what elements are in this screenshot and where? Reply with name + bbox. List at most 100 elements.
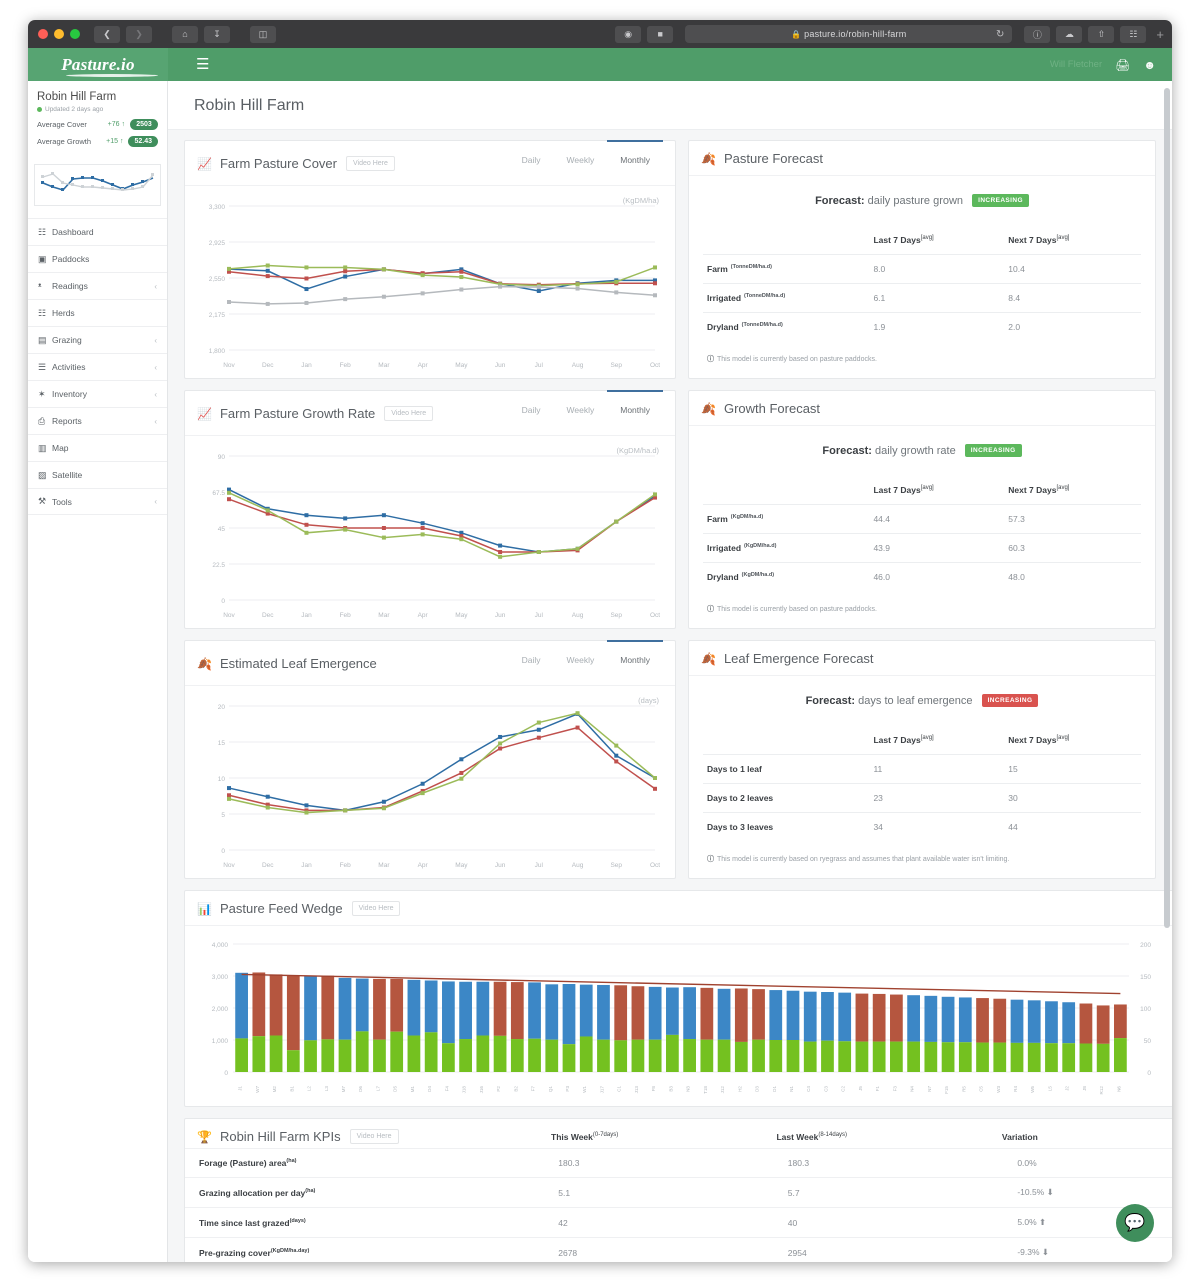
x-axis-tick: Apr bbox=[418, 362, 429, 369]
hamburger-icon[interactable]: ☰ bbox=[196, 57, 209, 72]
reload-icon[interactable]: ↻ bbox=[996, 29, 1004, 40]
application: Pasture.io ☰ Will Fletcher 🖨 ☻ Robin Hil… bbox=[28, 48, 1172, 1262]
forward-icon[interactable]: ❯ bbox=[126, 25, 152, 43]
x-axis-tick: F8 bbox=[651, 1086, 656, 1092]
tab-weekly[interactable]: Weekly bbox=[554, 651, 608, 676]
svg-text:100: 100 bbox=[1140, 1006, 1151, 1013]
x-axis-tick: Nov bbox=[223, 862, 235, 869]
sidebar-item-paddocks[interactable]: ▣ Paddocks bbox=[28, 245, 167, 272]
shield-icon[interactable]: ◉ bbox=[615, 25, 642, 43]
status-badge: INCREASING bbox=[972, 194, 1029, 207]
x-axis-tick: J12 bbox=[720, 1086, 725, 1094]
kpi-name: Time since last grazed(days) bbox=[185, 1207, 555, 1238]
x-axis-tick: F7 bbox=[531, 1086, 536, 1092]
stat-average-growth: Average Growth +15 ↑ 52.43 bbox=[37, 136, 158, 147]
x-axis-tick: W6 bbox=[1030, 1086, 1035, 1093]
video-here-button[interactable]: Video Here bbox=[384, 406, 434, 421]
x-axis-tick: J1 bbox=[238, 1086, 243, 1091]
sidebar-item-label: Map bbox=[52, 443, 69, 453]
x-axis-tick: Dec bbox=[262, 362, 274, 369]
sidebar-item-reports[interactable]: ⎙ Reports ‹ bbox=[28, 407, 167, 434]
tab-monthly[interactable]: Monthly bbox=[607, 390, 663, 426]
tab-daily[interactable]: Daily bbox=[509, 151, 554, 176]
sidebar-item-grazing[interactable]: ▤ Grazing ‹ bbox=[28, 326, 167, 353]
sidebar-item-satellite[interactable]: ▨ Satellite bbox=[28, 461, 167, 488]
tab-daily[interactable]: Daily bbox=[509, 651, 554, 676]
forecast-prefix: Forecast: bbox=[815, 195, 865, 207]
tab-monthly[interactable]: Monthly bbox=[607, 640, 663, 676]
x-axis-tick: W1 bbox=[582, 1086, 587, 1093]
chevron-icon: ‹ bbox=[154, 497, 157, 506]
video-here-button[interactable]: Video Here bbox=[346, 156, 395, 171]
x-axis-tick: Jan bbox=[301, 862, 312, 869]
x-axis-tick: Feb bbox=[340, 862, 352, 869]
y-axis-tick: 22.5 bbox=[212, 562, 225, 569]
x-axis-tick: B3 bbox=[668, 1086, 673, 1092]
forecast-note: ⓘ This model is currently based on pastur… bbox=[707, 356, 877, 363]
x-axis-tick: P3 bbox=[565, 1086, 570, 1092]
sidebar-item-dashboard[interactable]: ☷ Dashboard bbox=[28, 218, 167, 245]
x-axis-tick: J17 bbox=[599, 1086, 604, 1094]
tab-weekly[interactable]: Weekly bbox=[554, 151, 608, 176]
cloud-icon[interactable]: ☁ bbox=[1056, 25, 1083, 43]
satellite-icon: ▨ bbox=[38, 469, 47, 480]
feed-wedge-plot: 0 1,000 2,000 3,000 4,000 0 50 100 150 200 J1 W7 M2 B… bbox=[212, 942, 1152, 1094]
window-controls[interactable] bbox=[36, 29, 88, 39]
tab-daily[interactable]: Daily bbox=[509, 401, 554, 426]
x-axis-tick: M1 bbox=[410, 1086, 415, 1093]
info-icon[interactable]: ⓘ bbox=[1024, 25, 1051, 43]
sidebar-item-tools[interactable]: ⚒ Tools ‹ bbox=[28, 488, 167, 515]
back-icon[interactable]: ❮ bbox=[94, 25, 120, 43]
maximize-window-button[interactable] bbox=[70, 29, 80, 39]
sidebar-item-inventory[interactable]: ✶ Inventory ‹ bbox=[28, 380, 167, 407]
x-axis-tick: W7 bbox=[255, 1086, 260, 1093]
tab-weekly[interactable]: Weekly bbox=[554, 401, 608, 426]
x-axis-tick: Jun bbox=[495, 362, 506, 369]
sidebar-item-readings[interactable]: ᵜ Readings ‹ bbox=[28, 272, 167, 299]
home-icon[interactable]: ⌂ bbox=[172, 25, 198, 43]
table-row: Days to 3 leaves 34 44 bbox=[703, 812, 1141, 841]
sidebar-item-activities[interactable]: ☰ Activities ‹ bbox=[28, 353, 167, 380]
table-row: Pre-grazing cover(KgDM/ha.day) 2678 2954 -9… bbox=[185, 1237, 1172, 1262]
svg-text:150: 150 bbox=[1140, 974, 1151, 981]
x-axis-tick: P2 bbox=[496, 1086, 501, 1092]
kpi-variation: 0.0% bbox=[1013, 1148, 1172, 1178]
address-bar[interactable]: 🔒 pasture.io/robin-hill-farm ↻ bbox=[685, 25, 1013, 43]
x-axis-tick: Oct bbox=[650, 612, 660, 619]
tabs-icon[interactable]: ☷ bbox=[1120, 25, 1147, 43]
video-here-button[interactable]: Video Here bbox=[351, 901, 401, 916]
minimize-window-button[interactable] bbox=[54, 29, 64, 39]
sidebar-item-herds[interactable]: ☷ Herds bbox=[28, 299, 167, 326]
col-variation: Variation bbox=[1001, 1131, 1038, 1142]
chart-area: (KgDM/ha) 1,800 2,175 2,550 2,925 3,300 Nov De… bbox=[185, 186, 675, 378]
sidebar-icon[interactable]: ◫ bbox=[250, 25, 276, 43]
x-axis-tick: W3 bbox=[996, 1086, 1001, 1093]
growth-forecast-table: Last 7 Days[avg] Next 7 Days[avg] Farm (K… bbox=[703, 479, 1141, 591]
x-axis-tick: H2 bbox=[737, 1086, 742, 1092]
table-row: Grazing allocation per day(ha) 5.1 5.7 -10.… bbox=[185, 1177, 1172, 1208]
x-axis-tick: Sep bbox=[610, 862, 622, 869]
reports-icon: ⎙ bbox=[38, 415, 46, 426]
col-last-7-days: Last 7 Days[avg] bbox=[873, 485, 934, 495]
y-axis-tick: 3,300 bbox=[209, 204, 226, 211]
sidebar-item-map[interactable]: ▥ Map bbox=[28, 434, 167, 461]
chevron-icon: ‹ bbox=[154, 416, 157, 426]
sidebar-item-label: Grazing bbox=[52, 335, 82, 345]
video-here-button[interactable]: Video Here bbox=[349, 1129, 399, 1144]
x-axis-tick: N4 bbox=[910, 1086, 915, 1092]
plus-icon[interactable]: + bbox=[1152, 27, 1164, 42]
tab-monthly[interactable]: Monthly bbox=[607, 140, 663, 176]
printer-icon[interactable]: 🖨 bbox=[1115, 58, 1130, 72]
share-icon[interactable]: ⇧ bbox=[1088, 25, 1115, 43]
arrow-up-icon: ↑ bbox=[119, 138, 124, 145]
scrollbar[interactable] bbox=[1164, 88, 1170, 928]
x-axis-tick: L5 bbox=[1047, 1086, 1052, 1092]
sidebar-farm-name: Robin Hill Farm bbox=[37, 91, 117, 103]
user-icon[interactable]: ☻ bbox=[1143, 58, 1156, 72]
close-window-button[interactable] bbox=[38, 29, 48, 39]
chat-bubble-icon[interactable]: 💬 bbox=[1116, 1204, 1154, 1242]
download-icon[interactable]: ↧ bbox=[204, 25, 230, 43]
x-axis-tick: May bbox=[455, 862, 468, 869]
extension-icon[interactable]: ■ bbox=[647, 25, 674, 43]
svg-text:200: 200 bbox=[1140, 942, 1151, 949]
